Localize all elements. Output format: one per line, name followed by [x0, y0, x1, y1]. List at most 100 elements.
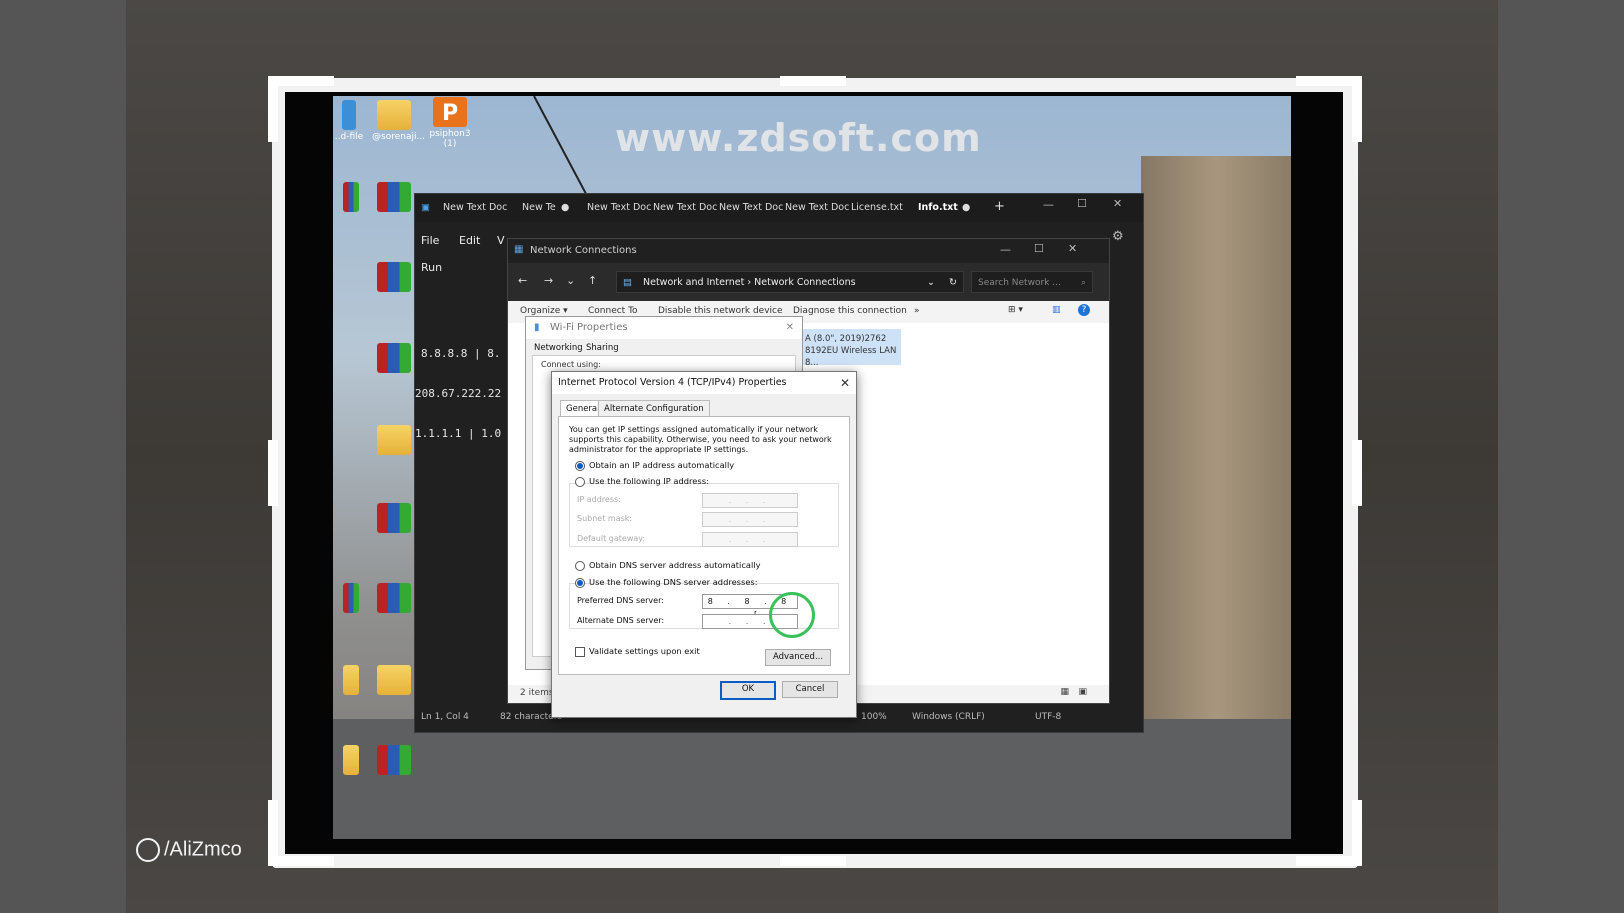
winrar-icon	[377, 262, 411, 292]
nc-title-bar: ▦ Network Connections — ☐ ✕	[508, 239, 1109, 263]
breadcrumb-item[interactable]: Network Connections	[754, 277, 855, 288]
cmd-more[interactable]: »	[914, 306, 920, 316]
status-encoding: UTF-8	[1035, 712, 1062, 722]
maximize-icon[interactable]: ☐	[1034, 242, 1044, 255]
obtain-dns-auto-radio[interactable]: Obtain DNS server address automatically	[575, 560, 761, 571]
validate-settings-checkbox[interactable]: Validate settings upon exit	[575, 646, 700, 657]
general-tab-panel: You can get IP settings assigned automat…	[558, 416, 850, 675]
desktop-icon-rar[interactable]	[372, 583, 416, 615]
refresh-icon[interactable]: ↻	[949, 272, 957, 294]
desktop-icon-rar[interactable]	[329, 182, 373, 214]
notepad-tab-active[interactable]: Info.txt	[918, 202, 958, 213]
status-line-ending: Windows (CRLF)	[912, 712, 985, 722]
breadcrumb-item[interactable]: Network and Internet	[643, 277, 744, 288]
ip-address-field[interactable]: . . .	[702, 493, 798, 508]
alternate-dns-label: Alternate DNS server:	[577, 616, 665, 625]
adapter-description: A (8.0", 2019)2762	[805, 334, 887, 344]
view-options-icon[interactable]: ⊞ ▾	[1008, 305, 1023, 315]
notepad-tab[interactable]: New Text Doc	[785, 202, 849, 213]
desktop-icon-folder[interactable]	[372, 665, 416, 697]
desktop-icon-rar[interactable]	[329, 583, 373, 615]
cmd-disable-device[interactable]: Disable this network device	[658, 306, 783, 316]
desktop-icon-rar[interactable]	[372, 182, 416, 214]
connect-using-label: Connect using:	[541, 360, 601, 369]
network-adapter-item[interactable]: A (8.0", 2019)2762 8192EU Wireless LAN 8…	[801, 329, 901, 368]
use-static-ip-radio[interactable]: Use the following IP address:	[575, 476, 709, 487]
desktop-icon-rar[interactable]	[372, 745, 416, 777]
folder-icon	[377, 100, 411, 130]
advanced-button[interactable]: Advanced...	[765, 649, 831, 666]
ok-button[interactable]: OK	[720, 681, 776, 700]
desktop-icon-psiphon[interactable]: P psiphon3 (1)	[428, 97, 472, 149]
help-icon[interactable]: ?	[1078, 304, 1090, 316]
ip-settings-description: You can get IP settings assigned automat…	[569, 425, 832, 454]
menu-view[interactable]: V	[497, 234, 505, 247]
settings-gear-icon[interactable]: ⚙	[1112, 229, 1124, 244]
search-input[interactable]: Search Network ... ⌕	[971, 271, 1093, 293]
notepad-tab[interactable]: New Te	[522, 202, 556, 213]
tab-networking[interactable]: Networking	[534, 343, 583, 353]
close-icon[interactable]: ✕	[1113, 197, 1122, 210]
tiles-view-icon[interactable]: ▣	[1078, 687, 1087, 697]
chevron-down-icon[interactable]: ⌄	[927, 272, 935, 294]
desktop-icon-rar[interactable]	[372, 262, 416, 294]
obtain-ip-auto-radio[interactable]: Obtain an IP address automatically	[575, 460, 734, 471]
details-view-icon[interactable]: ▦	[1060, 687, 1069, 697]
chevron-down-icon[interactable]: ⌄	[566, 274, 575, 287]
crop-handle-left-mid	[268, 440, 278, 506]
desktop-icon-folder[interactable]	[329, 745, 373, 777]
menu-file[interactable]: File	[421, 234, 439, 247]
folder-icon	[343, 665, 359, 695]
notepad-tab[interactable]: License.txt	[851, 202, 903, 213]
breadcrumb[interactable]: ▤ Network and Internet › Network Connect…	[616, 271, 964, 293]
desktop-icon-rar[interactable]	[372, 503, 416, 535]
ipv4-dialog-title: Internet Protocol Version 4 (TCP/IPv4) P…	[558, 377, 787, 388]
notepad-tab[interactable]: New Text Doc	[443, 202, 507, 213]
close-icon[interactable]: ✕	[1068, 242, 1077, 255]
ipv4-properties-dialog: Internet Protocol Version 4 (TCP/IPv4) P…	[551, 371, 857, 718]
cancel-button[interactable]: Cancel	[782, 681, 838, 698]
desktop-icon-folder[interactable]	[372, 425, 416, 457]
desktop-icon-folder[interactable]: @sorenaji...	[372, 100, 425, 142]
minimize-icon[interactable]: —	[1000, 243, 1011, 256]
crop-handle-top-left-v	[268, 76, 278, 142]
default-gateway-label: Default gateway:	[577, 534, 646, 543]
site-watermark: www.zdsoft.com	[615, 116, 982, 160]
up-arrow-icon[interactable]: ↑	[588, 274, 597, 287]
subnet-mask-field[interactable]: . . .	[702, 512, 798, 527]
cmd-connect-to[interactable]: Connect To	[588, 306, 638, 316]
tab-close-icon[interactable]: ●	[962, 202, 970, 213]
text-line: 8.8.8.8 | 8.	[421, 347, 501, 360]
desktop-icon-rar[interactable]	[372, 343, 416, 375]
notepad-tab[interactable]: New Text Doc	[587, 202, 651, 213]
winrar-icon	[343, 182, 359, 212]
preview-pane-icon[interactable]: ▥	[1052, 305, 1061, 315]
minimize-icon[interactable]: —	[1043, 198, 1054, 211]
maximize-icon[interactable]: ☐	[1077, 197, 1087, 210]
menu-edit[interactable]: Edit	[459, 234, 480, 247]
ipv4-title-bar: Internet Protocol Version 4 (TCP/IPv4) P…	[552, 372, 856, 394]
forward-arrow-icon[interactable]: →	[544, 274, 553, 287]
desktop-icon-folder[interactable]	[329, 665, 373, 697]
notepad-app-icon: ▣	[421, 202, 430, 213]
crop-handle-top-mid	[780, 76, 846, 86]
desktop-icon-file[interactable]: ..d-file	[327, 100, 371, 142]
new-tab-icon[interactable]: +	[994, 199, 1005, 214]
winrar-icon	[377, 583, 411, 613]
winrar-icon	[377, 182, 411, 212]
back-arrow-icon[interactable]: ←	[518, 274, 527, 287]
notepad-tab[interactable]: New Text Doc	[653, 202, 717, 213]
close-icon[interactable]: ✕	[786, 317, 794, 339]
tab-alternate-configuration[interactable]: Alternate Configuration	[598, 400, 710, 417]
cmd-organize[interactable]: Organize ▾	[520, 306, 568, 316]
cmd-diagnose[interactable]: Diagnose this connection	[793, 306, 907, 316]
blurred-left-background	[0, 0, 126, 913]
close-icon[interactable]: ✕	[840, 372, 850, 394]
ip-address-label: IP address:	[577, 495, 621, 504]
folder-icon	[343, 745, 359, 775]
tab-sharing[interactable]: Sharing	[586, 343, 619, 353]
notepad-tab[interactable]: New Text Doc	[719, 202, 783, 213]
default-gateway-field[interactable]: . . .	[702, 532, 798, 547]
use-static-dns-radio[interactable]: Use the following DNS server addresses:	[575, 577, 758, 588]
item-count: 2 items	[520, 688, 554, 698]
